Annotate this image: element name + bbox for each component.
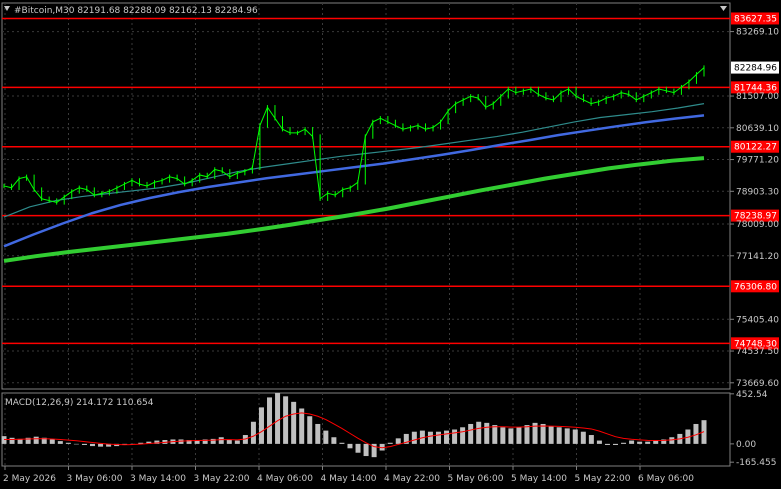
macd-histogram-bar: [275, 393, 281, 444]
y-tick-label: 78009.00: [736, 220, 779, 230]
y-tick-label: 73669.60: [736, 379, 779, 389]
macd-histogram-bar: [49, 439, 55, 444]
scroll-marker-icon: [720, 6, 727, 11]
current-price-label: 82284.96: [734, 64, 777, 74]
macd-histogram-bar: [234, 440, 240, 444]
x-tick-label: 5 May 22:00: [575, 474, 631, 484]
macd-histogram-bar: [476, 421, 482, 444]
macd-histogram-bar: [500, 427, 506, 444]
macd-histogram-bar: [645, 441, 651, 444]
x-tick-label: 3 May 06:00: [67, 474, 123, 484]
y-tick-label: 77141.20: [736, 252, 779, 262]
macd-label: MACD(12,26,9) 214.172 110.654: [5, 398, 154, 408]
y-tick-label: 83269.10: [736, 28, 779, 38]
macd-histogram-bar: [508, 428, 514, 444]
macd-histogram-bar: [347, 443, 353, 449]
grid: [1, 2, 731, 467]
macd-histogram-bar: [65, 442, 71, 444]
macd-histogram-bar: [315, 423, 321, 444]
x-tick-label: 3 May 14:00: [130, 474, 186, 484]
macd-histogram-bar: [460, 427, 466, 444]
macd-histogram-bar: [612, 443, 618, 445]
macd-histogram-bar: [572, 429, 578, 444]
macd-histogram-bar: [33, 436, 39, 444]
macd-histogram-bar: [1, 436, 7, 444]
macd-histogram-bar: [98, 443, 104, 447]
y-tick-label: 78903.30: [736, 187, 779, 197]
macd-histogram-bar: [323, 430, 329, 444]
main-plot-frame: [1, 2, 731, 390]
macd-histogram-bar: [387, 442, 393, 444]
horizontal-levels: 83627.3581744.3680122.2778238.9776306.80…: [2, 12, 779, 350]
macd-histogram-bar: [9, 437, 15, 444]
macd-histogram-bar: [90, 443, 96, 447]
macd-histogram-bar: [637, 441, 643, 444]
macd-y-tick-label: 0.00: [736, 440, 756, 450]
macd-histogram-bar: [629, 440, 635, 444]
macd-histogram-bar: [250, 421, 256, 444]
x-tick-label: 5 May 06:00: [448, 474, 504, 484]
macd-histogram-bar: [524, 425, 530, 444]
price-series: 82284.96: [3, 61, 779, 205]
macd-histogram-bar: [669, 437, 675, 444]
series-ma_fast: [3, 103, 705, 218]
macd-histogram-bar: [291, 401, 297, 444]
macd-histogram-bar: [564, 428, 570, 444]
macd-histogram-bar: [363, 443, 369, 457]
macd-histogram-bar: [588, 435, 594, 444]
macd-histogram-bar: [444, 430, 450, 444]
macd-histogram-bar: [307, 416, 313, 444]
macd-y-tick-label: 452.54: [736, 390, 768, 400]
macd-histogram-bar: [411, 431, 417, 444]
y-tick-label: 79771.20: [736, 156, 779, 166]
x-tick-label: 5 May 14:00: [511, 474, 567, 484]
level-tag-label: 80122.27: [734, 143, 777, 153]
y-tick-label: 74537.50: [736, 347, 779, 357]
macd-histogram-bar: [556, 427, 562, 444]
macd-histogram-bar: [395, 438, 401, 444]
macd-histogram-bar: [516, 427, 522, 444]
macd-histogram-bar: [621, 442, 627, 444]
macd-histogram-bar: [427, 431, 433, 444]
macd-histogram-bar: [604, 443, 610, 445]
macd-histogram-bar: [548, 426, 554, 444]
macd-histogram-bar: [218, 437, 224, 444]
macd-histogram-bar: [484, 422, 490, 444]
x-tick-label: 6 May 06:00: [638, 474, 694, 484]
x-tick-label: 4 May 06:00: [257, 474, 313, 484]
y-tick-label: 81507.00: [736, 92, 779, 102]
y-tick-label: 75405.40: [736, 315, 779, 325]
macd-y-tick-label: -165.455: [736, 458, 776, 468]
y-tick-label: 80639.10: [736, 124, 779, 134]
x-tick-label: 4 May 22:00: [384, 474, 440, 484]
macd-histogram-bar: [355, 443, 361, 453]
macd-histogram-bar: [468, 423, 474, 444]
macd-histogram-bar: [339, 442, 345, 444]
chart: 83627.3581744.3680122.2778238.9776306.80…: [1, 2, 779, 484]
x-tick-label: 3 May 22:00: [194, 474, 250, 484]
macd-histogram-bar: [299, 408, 305, 444]
macd-histogram-bar: [452, 429, 458, 444]
x-tick-label: 4 May 14:00: [321, 474, 377, 484]
macd-histogram-bar: [435, 431, 441, 444]
macd-histogram-bar: [580, 431, 586, 444]
series-ma_mid: [3, 114, 705, 248]
macd-histogram-bar: [73, 443, 79, 445]
macd-histogram-bar: [331, 437, 337, 444]
moving-averages: [3, 103, 705, 263]
macd-histogram-bar: [258, 407, 264, 444]
macd-histogram-bar: [81, 443, 87, 445]
macd-histogram-bar: [283, 396, 289, 444]
macd-histogram-bar: [492, 425, 498, 444]
chart-title: #Bitcoin,M30 82191.68 82288.09 82162.13 …: [14, 6, 258, 16]
x-tick-label: 2 May 2026: [3, 474, 56, 484]
level-tag-label: 83627.35: [734, 14, 777, 24]
macd-histogram-bar: [57, 441, 63, 444]
level-tag-label: 76306.80: [734, 282, 777, 292]
macd-histogram-bar: [596, 440, 602, 444]
macd-histogram-bar: [540, 423, 546, 444]
macd-histogram-bar: [267, 397, 273, 444]
